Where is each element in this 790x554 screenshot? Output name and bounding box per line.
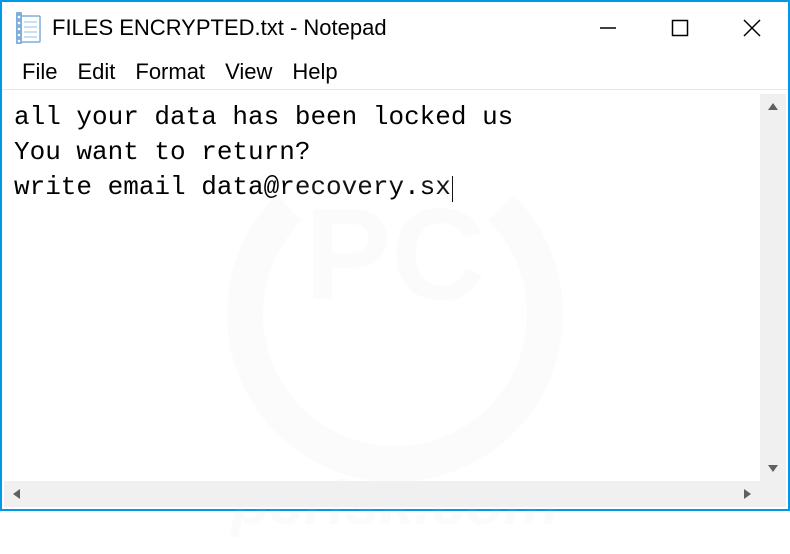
close-button[interactable] [716, 2, 788, 54]
scroll-corner [760, 481, 786, 507]
text-caret [452, 176, 453, 202]
window-title: FILES ENCRYPTED.txt - Notepad [52, 15, 572, 41]
menubar: File Edit Format View Help [2, 54, 788, 90]
scroll-right-button[interactable] [734, 481, 760, 507]
notepad-window: FILES ENCRYPTED.txt - Notepad File Edit … [0, 0, 790, 511]
minimize-button[interactable] [572, 2, 644, 54]
menu-edit[interactable]: Edit [67, 55, 125, 89]
scroll-down-button[interactable] [760, 455, 786, 481]
window-controls [572, 2, 788, 54]
menu-view[interactable]: View [215, 55, 282, 89]
maximize-button[interactable] [644, 2, 716, 54]
editor-area: PC pcrisk.com all your data has been loc… [4, 94, 786, 507]
menu-help[interactable]: Help [282, 55, 347, 89]
scroll-left-button[interactable] [4, 481, 30, 507]
text-editor[interactable]: all your data has been locked us You wan… [4, 94, 760, 481]
notepad-icon [14, 12, 42, 44]
scroll-up-button[interactable] [760, 94, 786, 120]
editor-content: all your data has been locked us You wan… [14, 102, 513, 202]
titlebar[interactable]: FILES ENCRYPTED.txt - Notepad [2, 2, 788, 54]
horizontal-scrollbar[interactable] [4, 481, 760, 507]
menu-format[interactable]: Format [125, 55, 215, 89]
vertical-scrollbar[interactable] [760, 94, 786, 481]
menu-file[interactable]: File [12, 55, 67, 89]
